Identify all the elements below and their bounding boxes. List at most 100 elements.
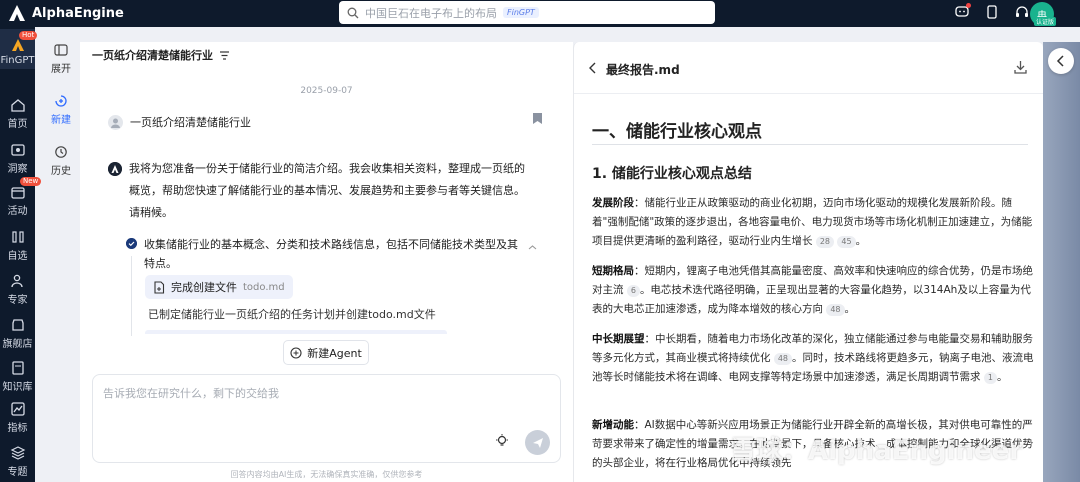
bookmark-icon[interactable] [532, 112, 543, 125]
nav-label: 知识库 [2, 382, 33, 393]
para-tail: 。 [844, 303, 856, 315]
report-paragraph: 发展阶段：储能行业正从政策驱动的商业化初期，迈向市场化驱动的规模化发展新阶段。随… [592, 194, 1034, 251]
para-label: 发展阶段 [592, 197, 634, 209]
step-result-text: 已制定储能行业一页纸介绍的任务计划并创建todo.md文件 [148, 308, 436, 321]
nav-label: 首页 [7, 119, 28, 130]
top-bar: AlphaEngine 中国巨石在电子布上的布局 FinGPT 冉 认证版 [0, 0, 1080, 27]
back-icon[interactable] [588, 62, 598, 74]
chat-title-text: 一页纸介绍清楚储能行业 [92, 49, 213, 62]
headset-icon[interactable] [1014, 4, 1030, 20]
user-message-text: 一页纸介绍清楚储能行业 [130, 116, 251, 129]
task-step: 收集储能行业的基本概念、分类和技术路线信息，包括不同储能技术类型及其特点。 [126, 235, 526, 273]
check-circle-icon [126, 238, 137, 249]
history-button[interactable]: 历史 [42, 145, 80, 177]
fingpt-tag: FinGPT [503, 7, 539, 18]
sub-nav: 展开 新建 历史 [42, 27, 80, 482]
send-icon [532, 437, 543, 448]
brand[interactable]: AlphaEngine [8, 4, 124, 22]
collapse-panel-button[interactable] [1048, 48, 1074, 74]
brand-logo-icon [9, 5, 25, 21]
para-label: 中长期展望 [592, 333, 645, 345]
background-strip [1043, 42, 1080, 482]
report-paragraph: 短期格局：短期内，锂离子电池凭借其高能量密度、高效率和快速响应的综合优势，仍是市… [592, 262, 1034, 319]
auth-badge: 认证版 [1033, 17, 1056, 26]
new-chat-icon [55, 95, 67, 107]
nav-item-store[interactable]: 旗舰店 [0, 317, 35, 350]
expand-label: 展开 [51, 64, 71, 75]
ai-avatar-icon [108, 162, 122, 176]
nav-item-experts[interactable]: 专家 [0, 273, 35, 306]
para-tail: 。 [996, 371, 1008, 383]
disclaimer: 回答内容均由AI生成，无法确保真实准确，仅供您参考 [230, 470, 423, 479]
file-name: todo.md [243, 281, 285, 293]
ai-message-text: 我将为您准备一份关于储能行业的简洁介绍。我会收集相关资料，整理成一页纸的概览，帮… [129, 162, 525, 219]
chat-input[interactable] [103, 385, 543, 425]
nav-item-indicators[interactable]: 指标 [0, 401, 35, 434]
step-connector [131, 256, 132, 336]
chat-title: 一页纸介绍清楚储能行业 [92, 47, 230, 63]
citation[interactable]: 28 [815, 236, 835, 248]
ai-message: 我将为您准备一份关于储能行业的简洁介绍。我会收集相关资料，整理成一页纸的概览，帮… [108, 158, 528, 224]
nav-item-watchlist[interactable]: 自选 [0, 229, 35, 262]
notification-dot [966, 3, 971, 8]
filter-icon[interactable] [219, 50, 230, 61]
search-bar[interactable]: 中国巨石在电子布上的布局 FinGPT [339, 1, 715, 24]
new-agent-button[interactable]: 新建Agent [283, 340, 369, 365]
knowledge-icon [11, 361, 24, 375]
chevron-up-icon[interactable] [528, 243, 537, 252]
report-paragraph: 中长期展望：中长期看，随着电力市场化改革的深化，独立储能通过参与电能量交易和辅助… [592, 330, 1034, 387]
new-chat-button[interactable]: 新建 [42, 94, 80, 126]
user-message: 一页纸介绍清楚储能行业 [108, 114, 251, 130]
send-button[interactable] [525, 430, 550, 455]
nav-item-knowledge[interactable]: 知识库 [0, 360, 35, 393]
para-label: 短期格局 [592, 265, 634, 277]
nav-label: 专题 [7, 467, 28, 478]
watermark: 雪球：AlphaEngineer [730, 436, 1023, 466]
message-icon[interactable] [954, 3, 971, 20]
download-icon[interactable] [1013, 60, 1028, 75]
chevron-left-icon [1056, 55, 1064, 67]
nav-label: 专家 [7, 295, 28, 306]
mobile-icon[interactable] [984, 4, 1000, 20]
nav-item-insight[interactable]: 洞察 [0, 142, 35, 175]
report-title: 最终报告.md [606, 63, 680, 77]
citation[interactable]: 6 [626, 285, 640, 297]
report-heading-1: 一、储能行业核心观点 [592, 122, 762, 142]
insight-icon [10, 144, 25, 156]
chat-input-box [92, 374, 561, 463]
lightbulb-icon[interactable] [494, 433, 510, 449]
report-header: 最终报告.md [574, 42, 1044, 94]
para-label: 新增动能 [592, 419, 634, 431]
citation[interactable]: 48 [826, 304, 845, 316]
chat-panel: 一页纸介绍清楚储能行业 2025-09-07 一页纸介绍清楚储能行业 我将为您准… [80, 42, 573, 482]
nav-label: 指标 [7, 423, 28, 434]
para-text: ：储能行业正从政策驱动的商业化初期，迈向市场化驱动的规模化发展新阶段。随着"强制… [592, 197, 1033, 247]
nav-item-fingpt[interactable]: FinGPT Hot [0, 29, 38, 69]
report-panel: 最终报告.md 一、储能行业核心观点 1. 储能行业核心观点总结 发展阶段：储能… [573, 42, 1044, 482]
nav-item-activity[interactable]: 活动 New [0, 177, 42, 217]
new-label: 新建 [51, 115, 71, 126]
nav-label: 活动 [7, 206, 28, 217]
watchlist-icon [11, 231, 24, 243]
nav-item-home[interactable]: 首页 [0, 97, 35, 130]
indicators-icon [10, 402, 25, 416]
experts-icon [10, 274, 23, 288]
citation[interactable]: 45 [837, 236, 856, 248]
user-avatar-icon [108, 114, 123, 130]
expand-button[interactable]: 展开 [42, 43, 80, 75]
step-text: 收集储能行业的基本概念、分类和技术路线信息，包括不同储能技术类型及其特点。 [144, 238, 518, 270]
citation[interactable]: 1 [983, 372, 997, 384]
topics-icon [10, 446, 25, 460]
store-icon [11, 319, 24, 331]
next-chip-partial [145, 330, 447, 334]
search-icon [347, 7, 359, 18]
para-tail: 。电芯技术迭代路径明确，正呈现出显著的大容量化趋势，以314Ah及以上容量为代表… [592, 284, 1031, 315]
nav-label: FinGPT [0, 55, 35, 66]
nav-item-topics[interactable]: 专题 [0, 445, 35, 478]
activity-icon [10, 187, 25, 199]
nav-label: 自选 [7, 251, 28, 262]
citation[interactable]: 48 [773, 353, 793, 365]
history-label: 历史 [51, 166, 71, 177]
file-chip[interactable]: 完成创建文件 todo.md [145, 275, 293, 299]
new-badge: New [20, 177, 42, 186]
